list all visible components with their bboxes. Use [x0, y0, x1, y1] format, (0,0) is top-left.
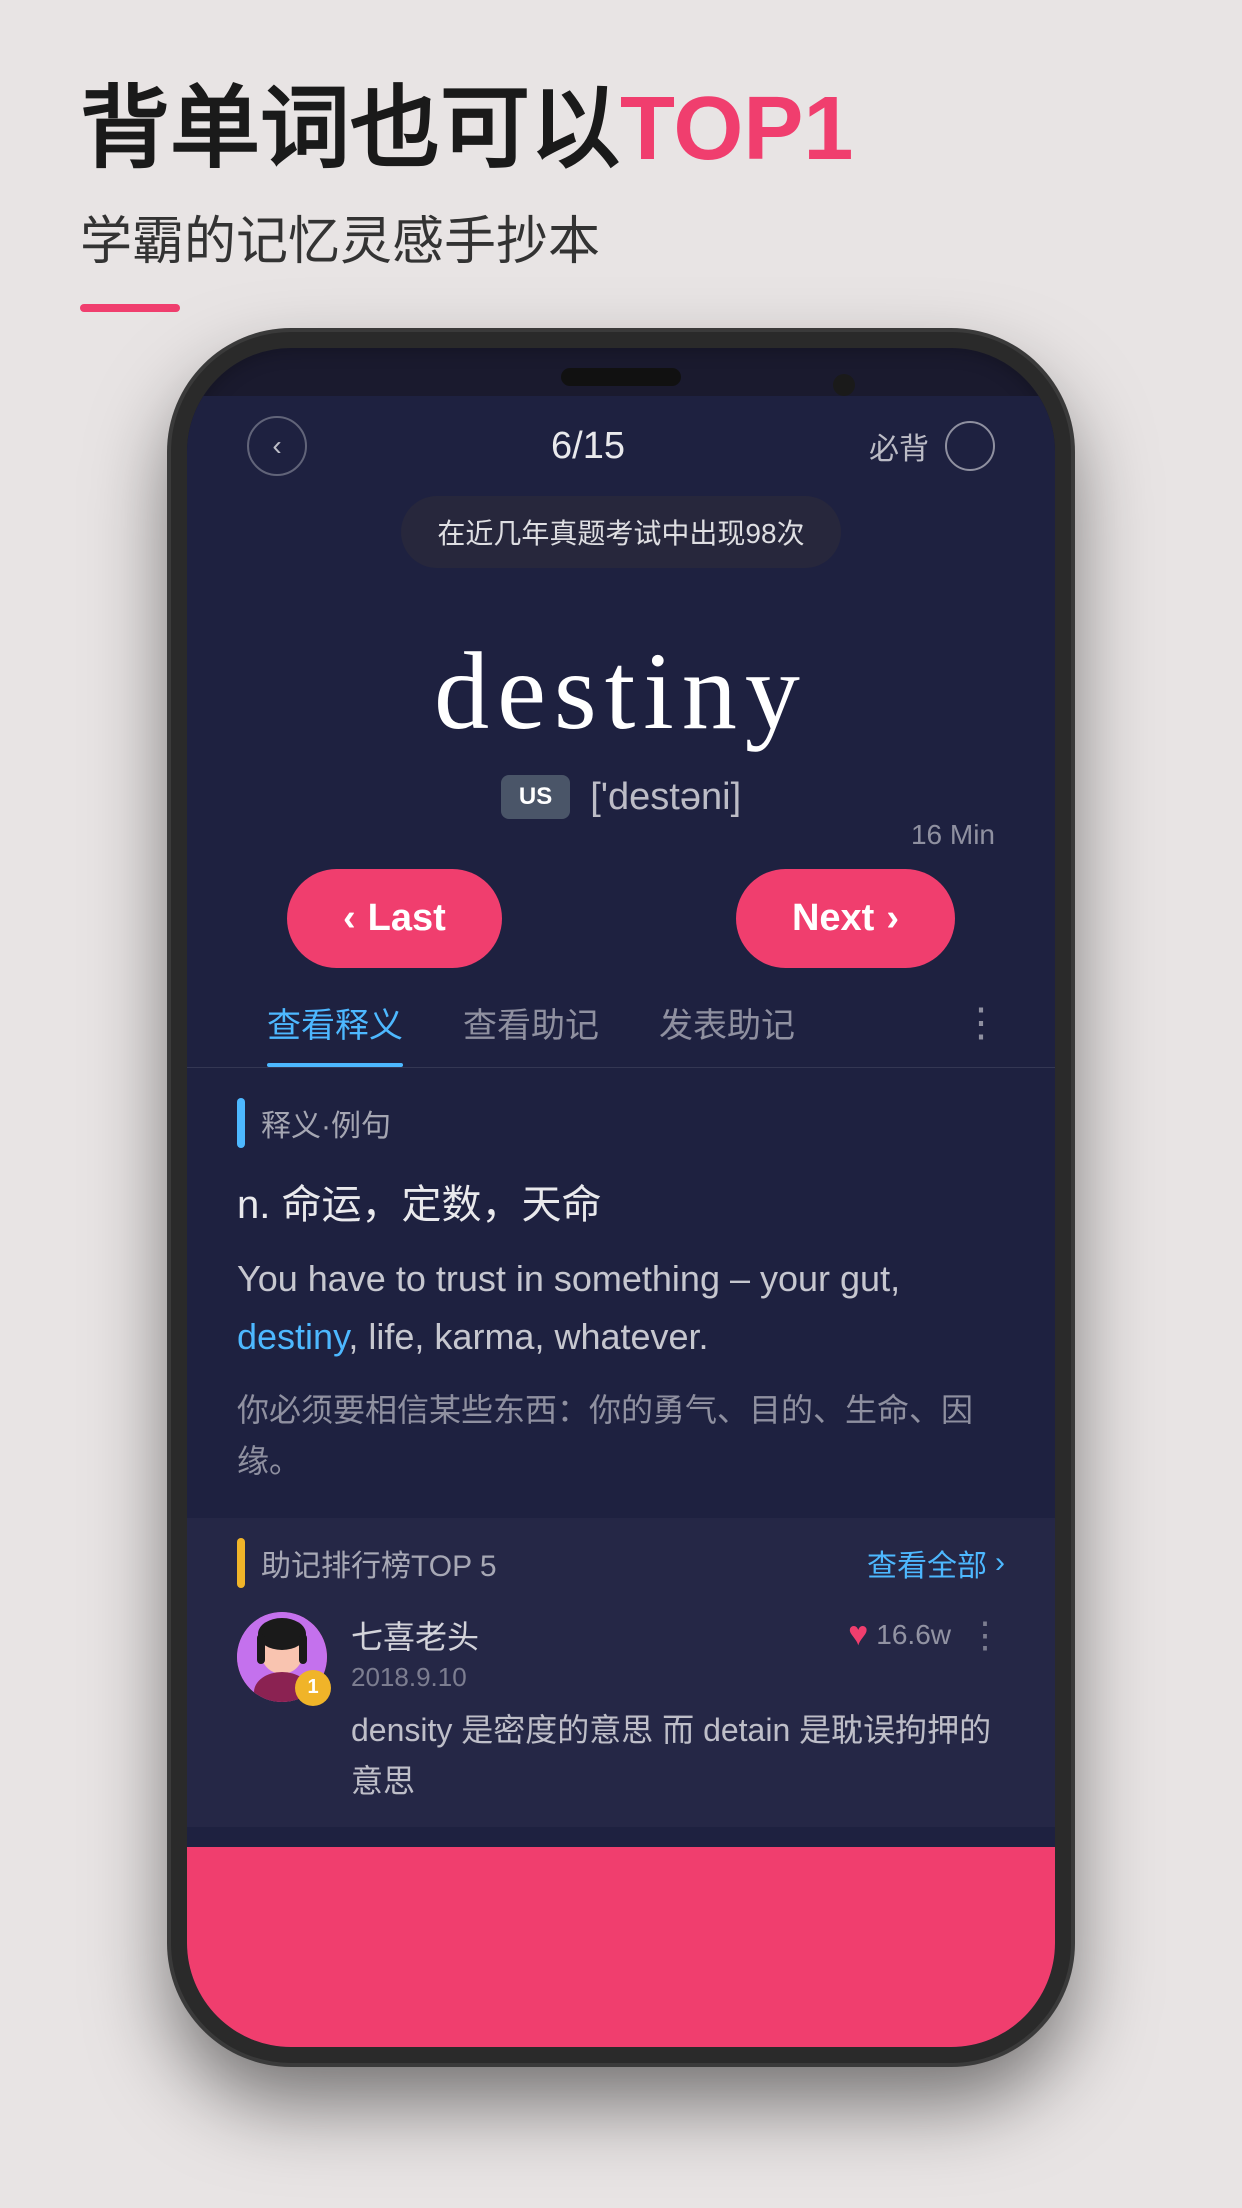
nav-buttons-row: ‹ Last Next ›	[237, 849, 1005, 978]
mnemonic-label-bar	[237, 1538, 245, 1588]
must-memorize-icon[interactable]	[945, 421, 995, 471]
mnemonic-content: 七喜老头 ♥ 16.6w ⋮ 2018.9.10 de	[351, 1612, 1005, 1807]
phone-side-button-left	[171, 648, 175, 728]
definition-pos: n. 命运，定数，天命	[237, 1172, 1005, 1230]
example-en: You have to trust in something – your gu…	[237, 1250, 1005, 1365]
mnemonic-header: 助记排行榜TOP 5 查看全部 ›	[237, 1538, 1005, 1588]
tab-more-icon[interactable]: ⋮	[961, 1000, 1005, 1066]
see-all-icon: ›	[995, 1546, 1005, 1580]
mnemonic-item: 1 七喜老头 ♥ 16.6w ⋮	[237, 1612, 1005, 1807]
back-icon: ‹	[272, 430, 281, 462]
top-section: 背单词也可以 TOP1 学霸的记忆灵感手抄本	[0, 0, 1242, 352]
us-badge: US	[501, 775, 570, 819]
tooltip: 在近几年真题考试中出现98次	[401, 496, 840, 568]
headline-highlight: TOP1	[620, 80, 853, 179]
mnemonic-section: 助记排行榜TOP 5 查看全部 ›	[187, 1518, 1055, 1827]
tab-mnemonic-view-label: 查看助记	[463, 1007, 599, 1045]
definition-section-label: 释义·例句	[237, 1098, 1005, 1148]
more-options-button[interactable]: ⋮	[967, 1614, 1005, 1656]
status-bar: ‹ 6/15 必背	[187, 396, 1055, 486]
see-all-label: 查看全部	[867, 1541, 987, 1585]
mnemonic-date: 2018.9.10	[351, 1662, 1005, 1693]
pronunciation-row: US ['destəni]	[247, 775, 995, 819]
mnemonic-label-text: 助记排行榜TOP 5	[261, 1541, 497, 1585]
nav-area: 16 Min ‹ Last Next ›	[187, 849, 1055, 978]
phone-side-button-right2	[1067, 858, 1071, 938]
tab-definition-label: 查看释义	[267, 1007, 403, 1045]
back-button[interactable]: ‹	[247, 416, 307, 476]
example-zh: 你必须要相信某些东西：你的勇气、目的、生命、因缘。	[237, 1385, 1005, 1487]
progress-text: 6/15	[551, 425, 625, 468]
phone-container: ‹ 6/15 必背 在近几年真题考试中出现98次 destiny	[171, 332, 1071, 2063]
main-word: destiny	[247, 628, 995, 755]
next-icon: ›	[886, 897, 899, 940]
like-button[interactable]: ♥ 16.6w	[848, 1615, 951, 1654]
mnemonic-meta: ♥ 16.6w ⋮	[848, 1614, 1005, 1656]
must-memorize: 必背	[869, 421, 995, 471]
subheadline: 学霸的记忆灵感手抄本	[80, 199, 1162, 274]
tab-mnemonic-post[interactable]: 发表助记	[629, 998, 825, 1067]
next-label: Next	[792, 897, 874, 940]
phonetic: ['destəni]	[590, 776, 741, 819]
headline-prefix: 背单词也可以	[80, 80, 620, 179]
mnemonic-text: density 是密度的意思 而 detain 是耽误拘押的意思	[351, 1705, 1005, 1807]
see-all-button[interactable]: 查看全部 ›	[867, 1541, 1005, 1585]
phone-speaker	[561, 368, 681, 386]
headline: 背单词也可以 TOP1	[80, 80, 1162, 179]
phone-camera	[833, 374, 855, 396]
last-label: Last	[368, 897, 446, 940]
tab-bar: 查看释义 查看助记 发表助记 ⋮	[187, 978, 1055, 1068]
word-section: destiny US ['destəni]	[187, 568, 1055, 849]
rank-badge: 1	[295, 1670, 331, 1706]
next-button[interactable]: Next ›	[736, 869, 955, 968]
example-highlight: destiny	[237, 1316, 348, 1357]
phone-top-bar	[187, 348, 1055, 396]
definition-label-text: 释义·例句	[261, 1101, 391, 1145]
example-en-after: , life, karma, whatever.	[348, 1316, 708, 1357]
tab-definition[interactable]: 查看释义	[237, 998, 433, 1067]
last-button[interactable]: ‹ Last	[287, 869, 502, 968]
mnemonic-user-row: 七喜老头 ♥ 16.6w ⋮	[351, 1612, 1005, 1658]
phone-shell: ‹ 6/15 必背 在近几年真题考试中出现98次 destiny	[171, 332, 1071, 2063]
phone-screen: ‹ 6/15 必背 在近几年真题考试中出现98次 destiny	[187, 396, 1055, 2047]
must-memorize-label: 必背	[869, 424, 929, 468]
time-hint: 16 Min	[911, 819, 995, 851]
tab-mnemonic-view[interactable]: 查看助记	[433, 998, 629, 1067]
bottom-accent	[187, 1847, 1055, 2047]
tab-mnemonic-post-label: 发表助记	[659, 1007, 795, 1045]
phone-side-button-right	[1067, 698, 1071, 818]
tooltip-area: 在近几年真题考试中出现98次	[187, 496, 1055, 568]
like-count: 16.6w	[876, 1619, 951, 1651]
definition-label-bar	[237, 1098, 245, 1148]
definition-section: 释义·例句 n. 命运，定数，天命 You have to trust in s…	[187, 1068, 1055, 1518]
accent-line	[80, 304, 180, 312]
page-wrapper: 背单词也可以 TOP1 学霸的记忆灵感手抄本 ‹	[0, 0, 1242, 2208]
heart-icon: ♥	[848, 1615, 868, 1654]
last-icon: ‹	[343, 897, 356, 940]
mnemonic-username: 七喜老头	[351, 1612, 479, 1658]
example-en-before: You have to trust in something – your gu…	[237, 1258, 900, 1299]
avatar-container: 1	[237, 1612, 327, 1702]
mnemonic-label-row: 助记排行榜TOP 5	[237, 1538, 497, 1588]
